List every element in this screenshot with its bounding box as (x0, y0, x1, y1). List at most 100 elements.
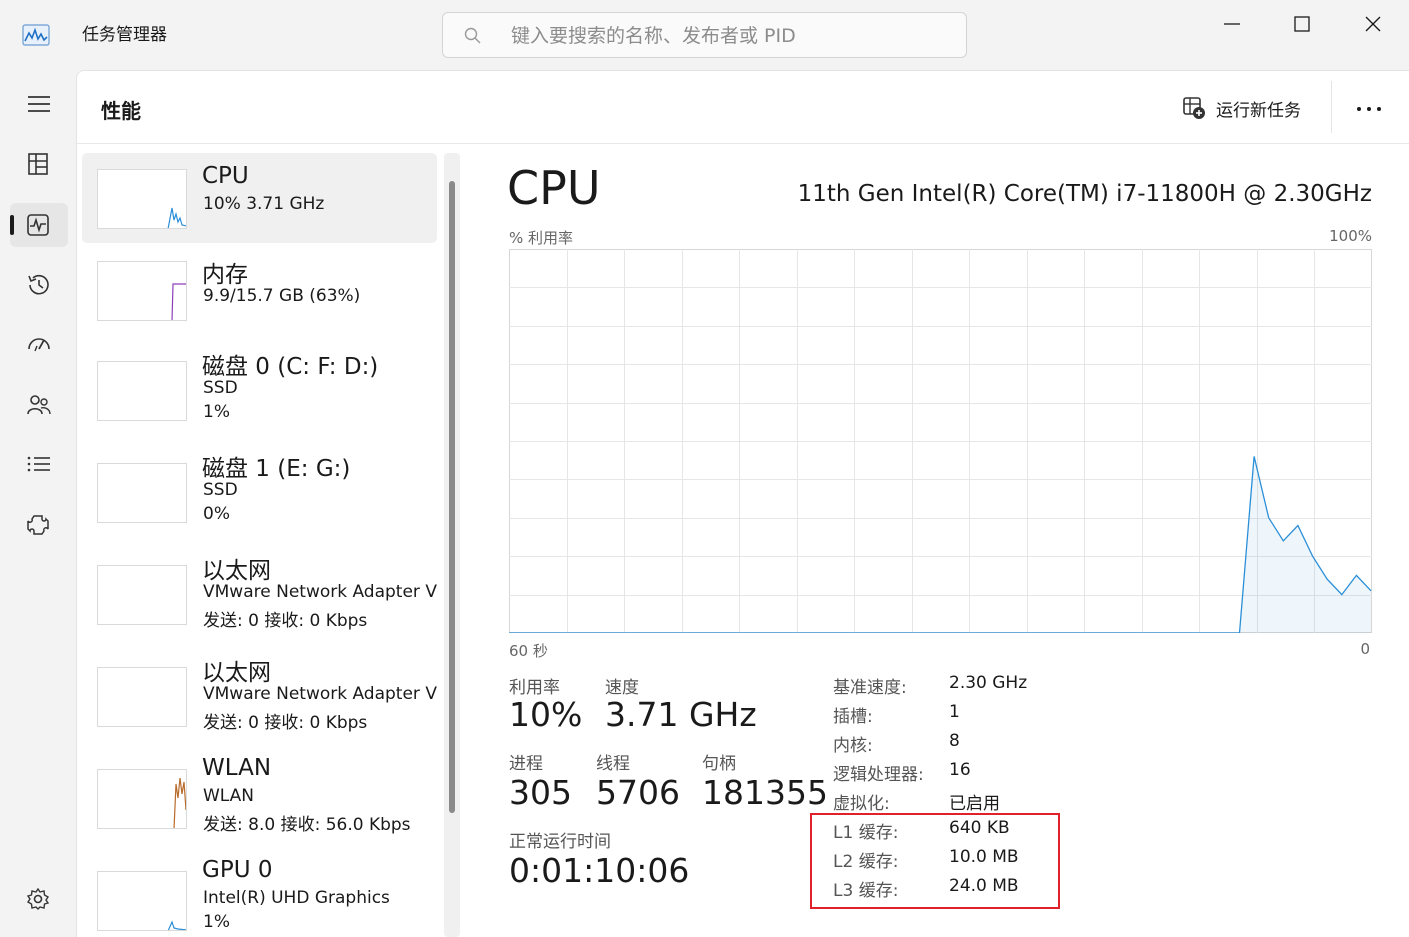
device-detail-line1: Intel(R) UHD Graphics (203, 888, 390, 908)
spec-value: 16 (949, 760, 971, 780)
nav-processes[interactable] (10, 142, 68, 186)
page-title: 性能 (101, 99, 141, 123)
device-detail-line1: VMware Network Adapter V (203, 582, 437, 602)
settings-icon (26, 887, 50, 910)
device-name: WLAN (202, 755, 272, 781)
device-item[interactable]: 以太网 VMware Network Adapter V 发送: 0 接收: 0 K… (82, 541, 437, 631)
performance-icon (27, 214, 49, 236)
device-item[interactable]: CPU 10% 3.71 GHz (82, 153, 437, 243)
device-thumbnail-graph (97, 261, 187, 321)
device-name: 磁盘 1 (E: G:) (202, 456, 351, 482)
device-thumbnail-graph (97, 361, 187, 421)
device-item[interactable]: 以太网 VMware Network Adapter V 发送: 0 接收: 0 K… (82, 643, 437, 733)
nav-app-history[interactable] (10, 263, 68, 307)
run-new-task-icon (1183, 97, 1205, 119)
processes-label: 进程 (509, 754, 543, 774)
cpu-title: CPU (507, 161, 601, 215)
handles-label: 句柄 (702, 754, 736, 774)
device-thumbnail-graph (97, 667, 187, 727)
maximize-button[interactable] (1279, 8, 1325, 38)
device-name: GPU 0 (202, 857, 273, 883)
nav-services[interactable] (10, 503, 68, 547)
device-thumbnail-graph (97, 871, 187, 931)
minimize-icon (1224, 23, 1240, 25)
handles-value: 181355 (702, 773, 828, 812)
device-sparkline (173, 777, 186, 828)
cpu-utilization-graph (509, 249, 1372, 633)
device-detail-line2: 发送: 8.0 接收: 56.0 Kbps (203, 815, 411, 835)
threads-value: 5706 (596, 773, 680, 812)
device-thumbnail-graph (97, 769, 187, 829)
device-detail-line1: 10% 3.71 GHz (203, 194, 325, 214)
device-detail-line2: 发送: 0 接收: 0 Kbps (203, 611, 368, 631)
spec-value: 1 (949, 702, 960, 722)
run-new-task-button[interactable]: 运行新任务 (1182, 93, 1301, 123)
device-sparkline (167, 207, 186, 228)
threads-label: 线程 (596, 754, 630, 774)
search-input[interactable] (511, 21, 941, 51)
spec-label: 基准速度: (833, 678, 907, 698)
startup-apps-icon (28, 338, 50, 352)
header-divider (1331, 81, 1332, 133)
device-item[interactable]: 磁盘 0 (C: F: D:) SSD 1% (82, 337, 437, 427)
processes-icon (28, 153, 48, 175)
device-item[interactable]: WLAN WLAN 发送: 8.0 接收: 56.0 Kbps (82, 745, 437, 835)
speed-value: 3.71 GHz (605, 695, 757, 734)
cpu-model: 11th Gen Intel(R) Core(TM) i7-11800H @ 2… (797, 181, 1372, 207)
device-name: 磁盘 0 (C: F: D:) (202, 354, 379, 380)
spec-label: 插槽: (833, 707, 873, 727)
processes-value: 305 (509, 773, 572, 812)
spec-label: 内核: (833, 736, 873, 756)
device-detail-line1: VMware Network Adapter V (203, 684, 437, 704)
spec-value: 8 (949, 731, 960, 751)
device-thumbnail-graph (97, 463, 187, 523)
device-detail-line2: 1% (203, 912, 230, 932)
device-detail-line2: 0% (203, 504, 230, 524)
search-icon (464, 27, 481, 44)
minimize-button[interactable] (1209, 8, 1255, 38)
device-thumbnail-graph (97, 565, 187, 625)
nav-details[interactable] (10, 442, 68, 486)
device-item[interactable]: 内存 9.9/15.7 GB (63%) (82, 245, 437, 335)
utilization-value: 10% (509, 695, 583, 734)
device-sparkline (171, 283, 186, 320)
main-panel: 性能 运行新任务 CPU 10% 3.71 GHz 内存 9.9/15.7 GB (6… (76, 70, 1409, 937)
details-icon (27, 456, 50, 472)
app-title: 任务管理器 (82, 25, 167, 45)
users-icon (27, 395, 51, 415)
uptime-value: 0:01:10:06 (509, 851, 690, 890)
more-dot-icon (1377, 107, 1381, 111)
device-name: 以太网 (202, 660, 271, 686)
device-thumbnail-graph (97, 169, 187, 229)
cpu-detail-panel: CPU 11th Gen Intel(R) Core(TM) i7-11800H… (507, 145, 1372, 937)
device-detail-line1: SSD (203, 480, 238, 500)
more-options-button[interactable] (1347, 93, 1391, 123)
spec-value: 已启用 (949, 794, 1000, 814)
close-button[interactable] (1350, 8, 1396, 38)
device-item[interactable]: 磁盘 1 (E: G:) SSD 0% (82, 439, 437, 529)
graph-x-label: 60 秒 (509, 642, 548, 660)
device-name: 内存 (202, 262, 248, 288)
more-dot-icon (1357, 107, 1361, 111)
scrollbar-thumb[interactable] (449, 181, 455, 813)
device-detail-line2: 1% (203, 402, 230, 422)
nav-startup-apps[interactable] (10, 322, 68, 366)
device-name: CPU (202, 163, 249, 189)
search-box[interactable] (442, 12, 967, 58)
device-list-scrollbar[interactable] (444, 153, 460, 937)
spec-label: 虚拟化: (833, 794, 890, 814)
device-list: CPU 10% 3.71 GHz 内存 9.9/15.7 GB (63%) 磁盘 0 (… (77, 145, 467, 937)
spec-label: 逻辑处理器: (833, 765, 924, 785)
nav-users[interactable] (10, 383, 68, 427)
graph-y-label: % 利用率 (509, 229, 574, 247)
device-detail-line2: 发送: 0 接收: 0 Kbps (203, 713, 368, 733)
services-icon (27, 515, 49, 535)
device-detail-line1: WLAN (203, 786, 255, 806)
cache-highlight-box (810, 813, 1060, 909)
device-name: 以太网 (202, 558, 271, 584)
hamburger-button[interactable] (10, 82, 68, 126)
graph-x-min: 0 (1360, 640, 1370, 658)
nav-performance[interactable] (10, 203, 68, 247)
device-item[interactable]: GPU 0 Intel(R) UHD Graphics 1% (82, 847, 437, 937)
nav-settings[interactable] (10, 877, 68, 921)
